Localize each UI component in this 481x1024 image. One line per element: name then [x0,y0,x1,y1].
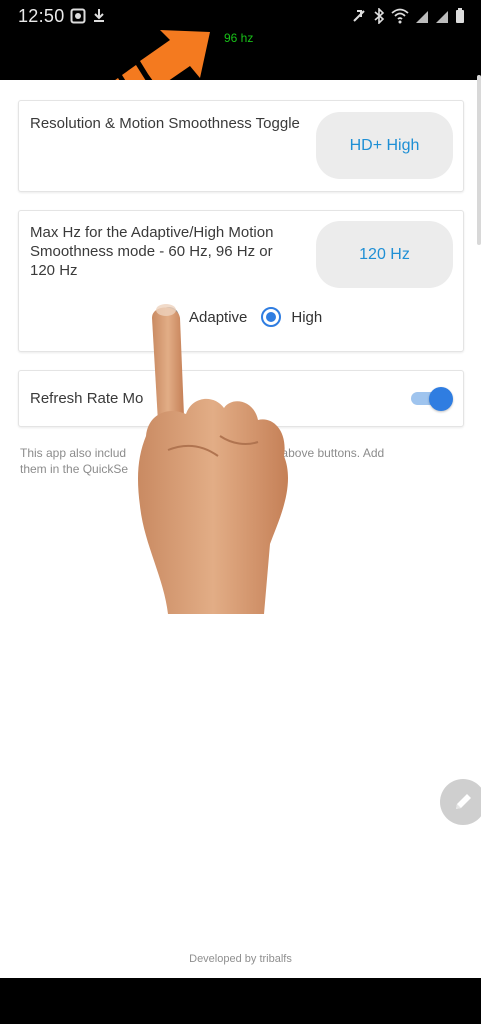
note-text-part2: for the above buttons. Add [244,446,385,460]
mode-radio-group: Adaptive High [159,307,336,327]
max-hz-button[interactable]: 120 Hz [316,221,453,288]
status-bar: 12:50 96 hz [0,0,481,80]
high-radio[interactable] [261,307,282,327]
refresh-rate-toggle[interactable] [409,387,453,411]
scroll-edge-indicator [477,75,481,245]
note-text-part1: This app also includ [20,446,127,460]
signal-icon-2 [436,11,448,23]
pencil-icon [456,794,471,809]
adaptive-radio-label[interactable]: Adaptive [189,309,247,326]
resolution-label: Resolution & Motion Smoothness Toggle [30,115,300,132]
app-content: Resolution & Motion Smoothness Toggle HD… [0,80,481,978]
max-hz-label: Max Hz for the Adaptive/High Motion Smoo… [30,224,274,279]
navigation-bar [0,978,481,1024]
refresh-rate-readout: 96 hz [224,31,254,45]
clock: 12:50 [18,6,65,26]
developer-credit: Developed by tribalfs [189,953,292,965]
toggle-thumb [429,387,453,411]
refresh-rate-card: Refresh Rate Mo [18,370,464,427]
resolution-card: Resolution & Motion Smoothness Toggle HD… [18,100,464,192]
bluetooth-icon [374,8,385,24]
adaptive-radio[interactable] [159,307,179,327]
refresh-rate-label: Refresh Rate Mo [30,390,144,407]
high-radio-label[interactable]: High [291,309,322,326]
resolution-toggle-button[interactable]: HD+ High [316,112,453,179]
mute-icon [353,10,365,22]
wifi-icon [391,8,409,24]
edit-fab-button[interactable] [440,779,481,825]
info-note: This app also includ for the above button… [20,445,460,477]
gallery-icon [70,8,86,24]
status-right-icons [351,8,465,24]
signal-icon [416,11,428,23]
max-hz-card: Max Hz for the Adaptive/High Motion Smoo… [18,210,464,352]
status-left-icons [70,8,106,24]
download-icon [94,9,104,22]
battery-icon [456,8,464,23]
note-text-part3: them in the QuickSe [20,462,129,476]
